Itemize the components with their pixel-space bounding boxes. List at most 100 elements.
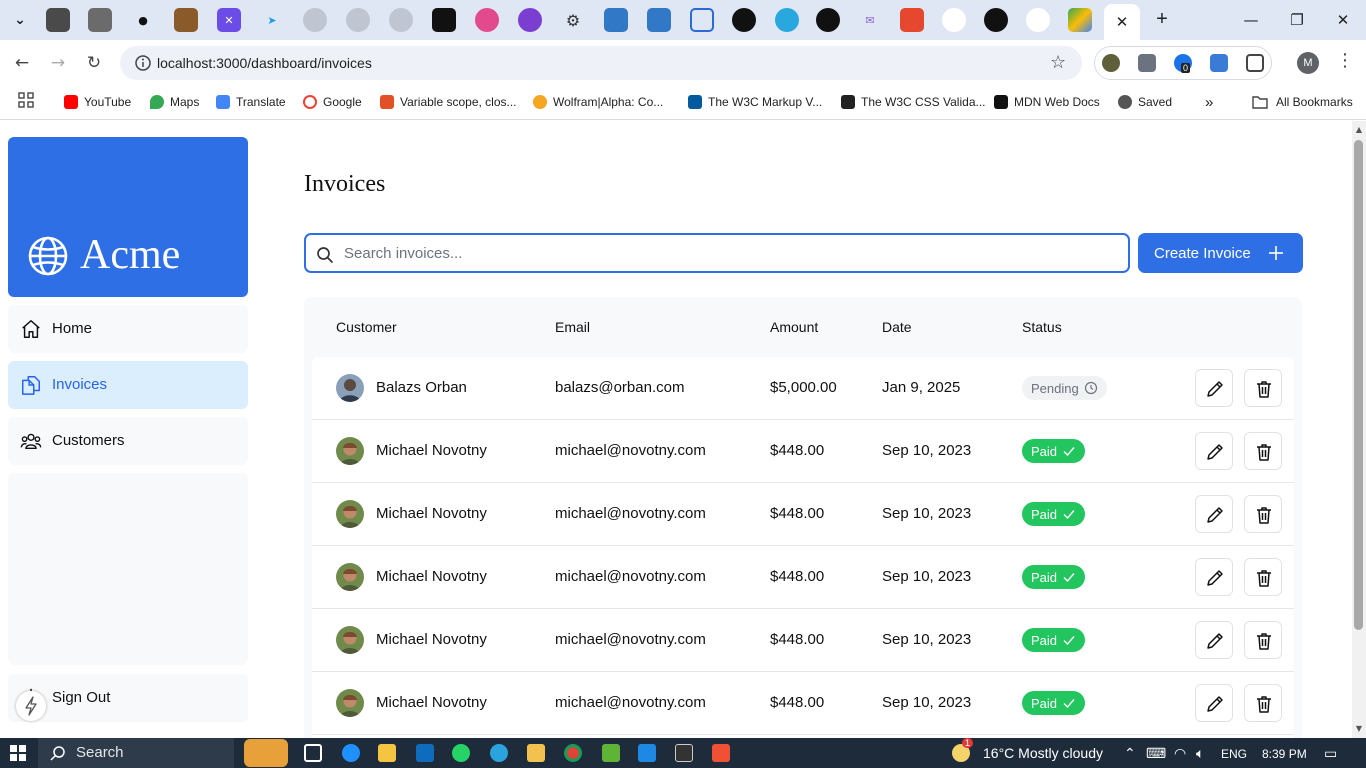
terminal-icon[interactable] [675,744,693,762]
bookmark-youtube[interactable]: YouTube [64,92,131,112]
git-icon[interactable] [712,744,730,762]
tab-favicon-drive[interactable] [1068,8,1092,32]
tab-favicon-github[interactable]: ● [131,8,155,32]
tab-favicon-red[interactable] [900,8,924,32]
active-tab[interactable]: ✕ [1104,4,1140,40]
maximize-icon[interactable]: ❐ [1282,8,1312,32]
tab-favicon-mail[interactable]: ✉ [858,8,882,32]
edit-invoice-button[interactable] [1195,432,1233,470]
edge-icon[interactable] [342,744,360,762]
close-tab-icon[interactable]: ✕ [1116,13,1129,31]
extension-shield-icon[interactable] [1102,54,1120,72]
edit-invoice-button[interactable] [1195,621,1233,659]
extension-bird-icon[interactable] [1138,54,1156,72]
tab-favicon-color-1[interactable] [475,8,499,32]
bookmark-w3c-markup[interactable]: The W3C Markup V... [688,92,822,112]
delete-invoice-button[interactable] [1244,432,1282,470]
url-text[interactable]: localhost:3000/dashboard/invoices [157,55,372,71]
tab-favicon-ts-2[interactable] [647,8,671,32]
more-bookmarks-icon[interactable]: » [1205,92,1213,112]
bookmark-google[interactable]: Google [303,92,362,112]
tab-favicon-ts-1[interactable] [604,8,628,32]
wifi-icon[interactable]: ◠ [1174,745,1186,762]
store-icon[interactable] [378,744,396,762]
tab-favicon-triangle-2[interactable] [984,8,1008,32]
dev-tools-indicator[interactable] [16,691,46,721]
windows-start-icon[interactable] [10,745,26,761]
edit-invoice-button[interactable] [1195,495,1233,533]
window-close-icon[interactable]: ✕ [1328,8,1358,32]
tab-favicon-doc[interactable] [690,8,714,32]
telegram-icon[interactable] [490,744,508,762]
tab-favicon-cube[interactable] [46,8,70,32]
weather-cloud-icon[interactable]: 1 [952,738,974,762]
browser-menu-icon[interactable]: ⋮ [1336,50,1354,71]
bookmark-maps[interactable]: Maps [150,92,199,112]
bookmark-w3c-css[interactable]: The W3C CSS Valida... [841,92,986,112]
bookmark-star-icon[interactable]: ☆ [1050,52,1066,73]
tab-favicon-pattern[interactable] [88,8,112,32]
tab-favicon-google-2[interactable] [1026,8,1050,32]
tab-favicon-globe-2[interactable] [346,8,370,32]
sidebar-item-invoices[interactable]: Invoices [8,361,248,409]
extension-badge-icon[interactable]: 0 [1174,54,1192,73]
tab-favicon-circle[interactable] [775,8,799,32]
bookmark-translate[interactable]: Translate [216,92,286,112]
tab-favicon-google-1[interactable] [942,8,966,32]
back-arrow-icon[interactable]: ← [9,51,35,75]
volume-icon[interactable]: 🔈︎ [1196,745,1204,762]
language-indicator[interactable]: ENG [1221,747,1247,761]
minecraft-icon[interactable] [602,744,620,762]
input-method-icon[interactable]: ⌨ [1146,745,1166,762]
tab-favicon-crown[interactable] [174,8,198,32]
vscode-icon[interactable] [638,744,656,762]
new-tab-button[interactable]: + [1150,8,1174,32]
edit-invoice-button[interactable] [1195,684,1233,722]
extensions-puzzle-icon[interactable] [1246,54,1264,72]
bookmark-mdn[interactable]: MDN Web Docs [994,92,1100,112]
edit-invoice-button[interactable] [1195,369,1233,407]
delete-invoice-button[interactable] [1244,684,1282,722]
tab-favicon-color-2[interactable] [518,8,542,32]
tab-favicon-gear[interactable]: ⚙ [561,8,585,32]
bookmark-saved[interactable]: Saved [1118,92,1172,112]
delete-invoice-button[interactable] [1244,369,1282,407]
bookmark-wolfram[interactable]: Wolfram|Alpha: Co... [533,92,663,112]
tab-favicon-globe-1[interactable] [303,8,327,32]
clock[interactable]: 8:39 PM [1262,747,1307,761]
sidebar-item-customers[interactable]: Customers [8,417,248,465]
tab-favicon-triangle-1[interactable] [816,8,840,32]
profile-avatar[interactable]: M [1297,52,1319,74]
tab-favicon-x[interactable]: ✕ [217,8,241,32]
outlook-icon[interactable] [416,744,434,762]
taskbar-widget-icon[interactable] [244,739,288,767]
all-bookmarks[interactable]: All Bookmarks [1252,92,1353,112]
delete-invoice-button[interactable] [1244,558,1282,596]
bookmark-variable-scope[interactable]: Variable scope, clos... [380,92,517,112]
sidebar-item-home[interactable]: Home [8,305,248,353]
site-info-icon[interactable] [134,54,152,72]
chrome-icon[interactable] [564,744,582,762]
scroll-down-arrow-icon[interactable]: ▼ [1352,722,1366,736]
whatsapp-icon[interactable] [452,744,470,762]
scroll-up-arrow-icon[interactable]: ▲ [1352,123,1366,137]
tab-search-chevron-icon[interactable]: ⌄ [8,8,32,32]
scrollbar-thumb[interactable] [1354,140,1363,630]
taskbar-search-box[interactable] [38,738,234,768]
task-view-icon[interactable] [304,744,322,762]
minimize-icon[interactable]: — [1236,8,1266,32]
extension-clipboard-icon[interactable] [1210,54,1228,72]
tab-favicon-globe-3[interactable] [389,8,413,32]
weather-text[interactable]: 16°C Mostly cloudy [983,745,1103,761]
search-box[interactable] [304,233,1130,273]
tab-favicon-upwork[interactable] [732,8,756,32]
apps-grid-icon[interactable] [18,92,34,108]
acme-logo-banner[interactable]: Acme [8,137,248,297]
tab-favicon-flutter[interactable]: ➤ [260,8,284,32]
search-input[interactable] [344,241,1114,265]
delete-invoice-button[interactable] [1244,621,1282,659]
forward-arrow-icon[interactable]: → [45,51,71,75]
notifications-icon[interactable]: ▭ [1324,745,1337,762]
delete-invoice-button[interactable] [1244,495,1282,533]
create-invoice-button[interactable]: Create Invoice [1138,233,1303,273]
